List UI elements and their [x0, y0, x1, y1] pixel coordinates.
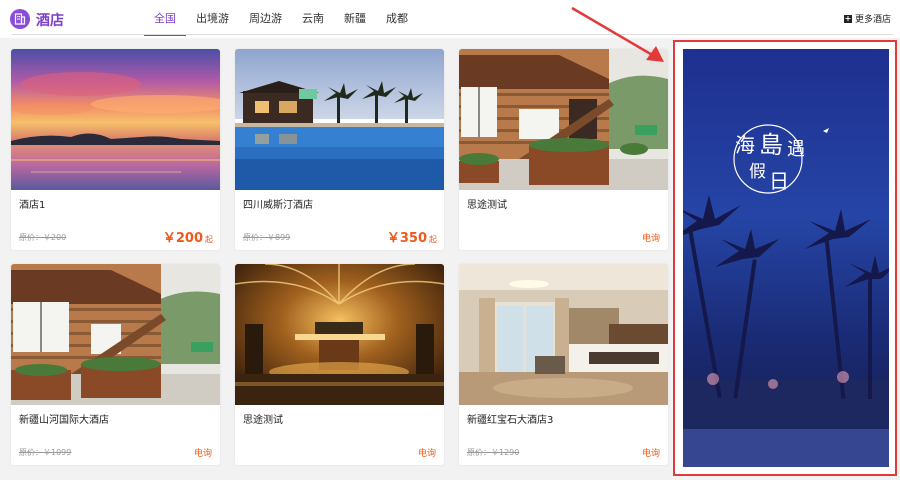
hotel-name: 四川威斯汀酒店: [243, 200, 313, 211]
hotel-photo: [459, 264, 668, 405]
sale-price: ￥350 起: [387, 227, 437, 246]
tab-nearby[interactable]: 周边游: [239, 0, 292, 35]
tab-yunnan[interactable]: 云南: [292, 0, 334, 35]
hotel-name: 思途测试: [243, 415, 283, 426]
hotel-photo: [11, 49, 220, 190]
page: 酒店 全国 出境游 周边游 云南 新疆 成都 + 更多酒店 酒店1 原价：￥20…: [0, 0, 900, 480]
tab-chengdu[interactable]: 成都: [376, 0, 418, 35]
hotel-photo: [11, 264, 220, 405]
sale-price: ￥200 起: [163, 227, 213, 246]
original-price: 原价：￥1290: [467, 448, 520, 457]
original-price: 原价：￥899: [243, 233, 291, 242]
hotel-card[interactable]: 思途测试 电询: [459, 49, 668, 250]
price-value: ￥200: [162, 231, 203, 246]
hotel-photo: [235, 49, 444, 190]
tab-outbound[interactable]: 出境游: [186, 0, 239, 35]
header: 酒店 全国 出境游 周边游 云南 新疆 成都 + 更多酒店: [0, 0, 900, 38]
original-price: 原价：￥200: [19, 233, 67, 242]
banner-char: 島: [759, 131, 783, 159]
phone-inquiry: 电询: [641, 234, 660, 244]
price-unit: 起: [205, 235, 213, 244]
hotel-card[interactable]: 思途测试 电询: [235, 264, 444, 465]
more-hotels-label: 更多酒店: [854, 15, 891, 25]
tab-xinjiang[interactable]: 新疆: [334, 0, 376, 35]
plus-icon: +: [843, 13, 852, 23]
phone-inquiry: 电询: [641, 449, 660, 459]
highlight-box: 海 島 遇 假 日: [673, 40, 897, 476]
hotel-card[interactable]: 酒店1 原价：￥200 ￥200 起: [11, 49, 220, 250]
hotel-photo: [459, 49, 668, 190]
hotel-name: 新疆红宝石大酒店3: [467, 415, 554, 426]
banner-char: 假: [749, 162, 766, 182]
phone-inquiry: 电询: [193, 449, 212, 459]
hotel-photo: [235, 264, 444, 405]
annotation-arrow: [571, 6, 664, 62]
hotel-card[interactable]: 新疆红宝石大酒店3 原价：￥1290 电询: [459, 264, 668, 465]
price-unit: 起: [429, 235, 437, 244]
banner-char: 日: [769, 169, 789, 193]
tab-all[interactable]: 全国: [144, 0, 186, 36]
more-hotels-link[interactable]: + 更多酒店: [843, 12, 891, 25]
phone-inquiry: 电询: [417, 449, 436, 459]
tab-bar: 全国 出境游 周边游 云南 新疆 成都: [144, 0, 418, 36]
banner-char: 遇: [787, 139, 805, 160]
hotel-name: 思途测试: [467, 200, 507, 211]
hotel-card[interactable]: 新疆山河国际大酒店 原价：￥1099 电询: [11, 264, 220, 465]
header-divider: [12, 34, 893, 35]
island-holiday-banner[interactable]: 海 島 遇 假 日: [683, 49, 889, 467]
banner-char: 海: [735, 133, 755, 157]
price-value: ￥350: [386, 231, 427, 246]
hotel-name: 新疆山河国际大酒店: [19, 415, 109, 426]
hotel-building-icon: [10, 9, 30, 29]
hotel-card[interactable]: 四川威斯汀酒店 原价：￥899 ￥350 起: [235, 49, 444, 250]
hotel-name: 酒店1: [19, 200, 46, 211]
banner-title: 海 島 遇 假 日: [735, 121, 835, 211]
page-title: 酒店: [36, 13, 64, 29]
original-price: 原价：￥1099: [19, 448, 72, 457]
